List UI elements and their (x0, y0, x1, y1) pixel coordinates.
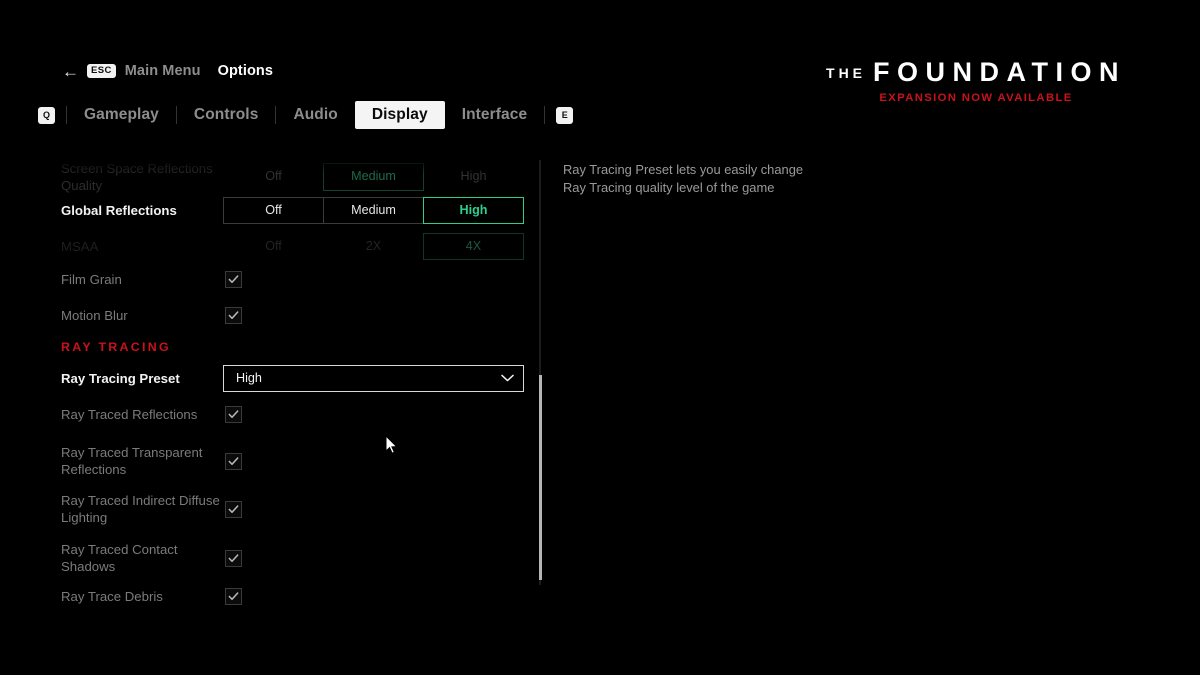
help-description: Ray Tracing Preset lets you easily chang… (563, 161, 893, 197)
check-icon (228, 456, 239, 465)
setting-label-ray-traced-transparent-reflections: Ray Traced Transparent Reflections (61, 445, 203, 477)
esc-key-badge[interactable]: ESC (87, 64, 116, 78)
setting-row-ray-trace-debris[interactable]: Ray Trace Debris (0, 585, 545, 607)
segmented-control-global-reflections[interactable]: Off Medium High (223, 196, 524, 225)
option-msaa-off[interactable]: Off (223, 233, 324, 261)
setting-row-screen-space-reflections-quality[interactable]: Screen Space Reflections Quality Off Mediu… (0, 160, 545, 194)
next-tab-key-badge[interactable]: E (556, 106, 574, 124)
logo-foundation: FOUNDATION (873, 57, 1126, 87)
logo-subtitle: EXPANSION NOW AVAILABLE (879, 92, 1073, 105)
checkbox-ray-traced-indirect-diffuse-lighting[interactable] (225, 500, 242, 518)
check-icon (228, 553, 239, 562)
checkbox-ray-traced-contact-shadows[interactable] (225, 549, 242, 567)
setting-row-ray-tracing: RAY TRACING (0, 338, 545, 356)
check-icon (228, 310, 239, 319)
logo-the: THE (826, 65, 867, 81)
checkbox-film-grain[interactable] (225, 270, 242, 288)
setting-row-ray-traced-reflections[interactable]: Ray Traced Reflections (0, 403, 545, 425)
option-msaa-2x[interactable]: 2X (323, 233, 424, 261)
game-logo: THE FOUNDATION EXPANSION NOW AVAILABLE (826, 57, 1126, 104)
dropdown-value-ray-tracing-preset: High (236, 371, 262, 385)
dropdown-ray-tracing-preset[interactable]: High (223, 364, 524, 392)
setting-label-ray-traced-contact-shadows: Ray Traced Contact Shadows (61, 542, 178, 574)
option-screen-space-reflections-quality-medium[interactable]: Medium (323, 163, 424, 191)
check-icon (228, 409, 239, 418)
setting-label-screen-space-reflections-quality: Screen Space Reflections Quality (61, 161, 213, 193)
options-screen: ← ESC Main Menu Options Q Gameplay Contr… (0, 0, 1200, 675)
setting-label-ray-trace-debris: Ray Trace Debris (61, 588, 163, 604)
checkbox-motion-blur[interactable] (225, 306, 242, 324)
setting-label-film-grain: Film Grain (61, 271, 122, 287)
tab-display[interactable]: Display (354, 101, 445, 129)
setting-row-global-reflections[interactable]: Global Reflections Off Medium High (0, 196, 545, 225)
chevron-down-icon[interactable] (501, 374, 514, 382)
option-screen-space-reflections-quality-off[interactable]: Off (223, 163, 324, 191)
segmented-control-screen-space-reflections-quality[interactable]: Off Medium High (223, 163, 524, 191)
setting-label-motion-blur: Motion Blur (61, 307, 128, 323)
setting-row-film-grain[interactable]: Film Grain (0, 268, 545, 290)
breadcrumb-options: Options (217, 63, 274, 79)
option-global-reflections-medium[interactable]: Medium (323, 196, 424, 225)
help-line-1: Ray Tracing Preset lets you easily chang… (563, 162, 804, 177)
option-screen-space-reflections-quality-high[interactable]: High (423, 163, 524, 191)
tab-interface[interactable]: Interface (445, 101, 545, 128)
setting-row-msaa[interactable]: MSAA Off 2X 4X (0, 232, 545, 261)
check-icon (228, 504, 239, 513)
setting-row-ray-traced-indirect-diffuse-lighting[interactable]: Ray Traced Indirect Diffuse Lighting (0, 492, 545, 526)
setting-row-motion-blur[interactable]: Motion Blur (0, 304, 545, 326)
option-msaa-4x[interactable]: 4X (423, 232, 524, 261)
setting-label-global-reflections: Global Reflections (61, 203, 177, 218)
check-icon (228, 274, 239, 283)
settings-list[interactable]: Screen Space Reflections Quality Off Mediu… (0, 148, 545, 610)
back-arrow-icon[interactable]: ← (62, 63, 79, 80)
checkbox-ray-trace-debris[interactable] (225, 587, 242, 605)
prev-tab-key-badge[interactable]: Q (38, 106, 55, 124)
setting-row-ray-tracing-preset[interactable]: Ray Tracing Preset High (0, 363, 545, 393)
option-global-reflections-high[interactable]: High (423, 196, 524, 225)
checkbox-ray-traced-transparent-reflections[interactable] (225, 452, 242, 470)
scrollbar-thumb[interactable] (539, 375, 542, 580)
tab-controls[interactable]: Controls (177, 101, 276, 128)
mouse-cursor (385, 435, 398, 454)
breadcrumb-main-menu[interactable]: Main Menu (125, 63, 201, 79)
tab-gameplay[interactable]: Gameplay (67, 101, 176, 128)
setting-label-ray-tracing-preset: Ray Tracing Preset (61, 370, 180, 386)
segmented-control-msaa[interactable]: Off 2X 4X (223, 232, 524, 261)
setting-row-ray-traced-contact-shadows[interactable]: Ray Traced Contact Shadows (0, 541, 545, 575)
section-header-ray-tracing: RAY TRACING (61, 340, 171, 354)
tab-bar: Q Gameplay Controls Audio Display Interf… (38, 101, 574, 129)
tab-audio[interactable]: Audio (276, 101, 354, 128)
breadcrumb: ← ESC Main Menu Options (62, 61, 273, 81)
setting-label-ray-traced-indirect-diffuse-lighting: Ray Traced Indirect Diffuse Lighting (61, 493, 220, 525)
help-line-2: Ray Tracing quality level of the game (563, 180, 775, 195)
tab-divider (544, 106, 546, 124)
check-icon (228, 591, 239, 600)
setting-label-ray-traced-reflections: Ray Traced Reflections (61, 406, 198, 422)
option-global-reflections-off[interactable]: Off (223, 196, 324, 225)
setting-row-ray-traced-transparent-reflections[interactable]: Ray Traced Transparent Reflections (0, 444, 545, 478)
setting-label-msaa: MSAA (61, 239, 99, 254)
logo-title: THE FOUNDATION (826, 57, 1126, 88)
checkbox-ray-traced-reflections[interactable] (225, 405, 242, 423)
